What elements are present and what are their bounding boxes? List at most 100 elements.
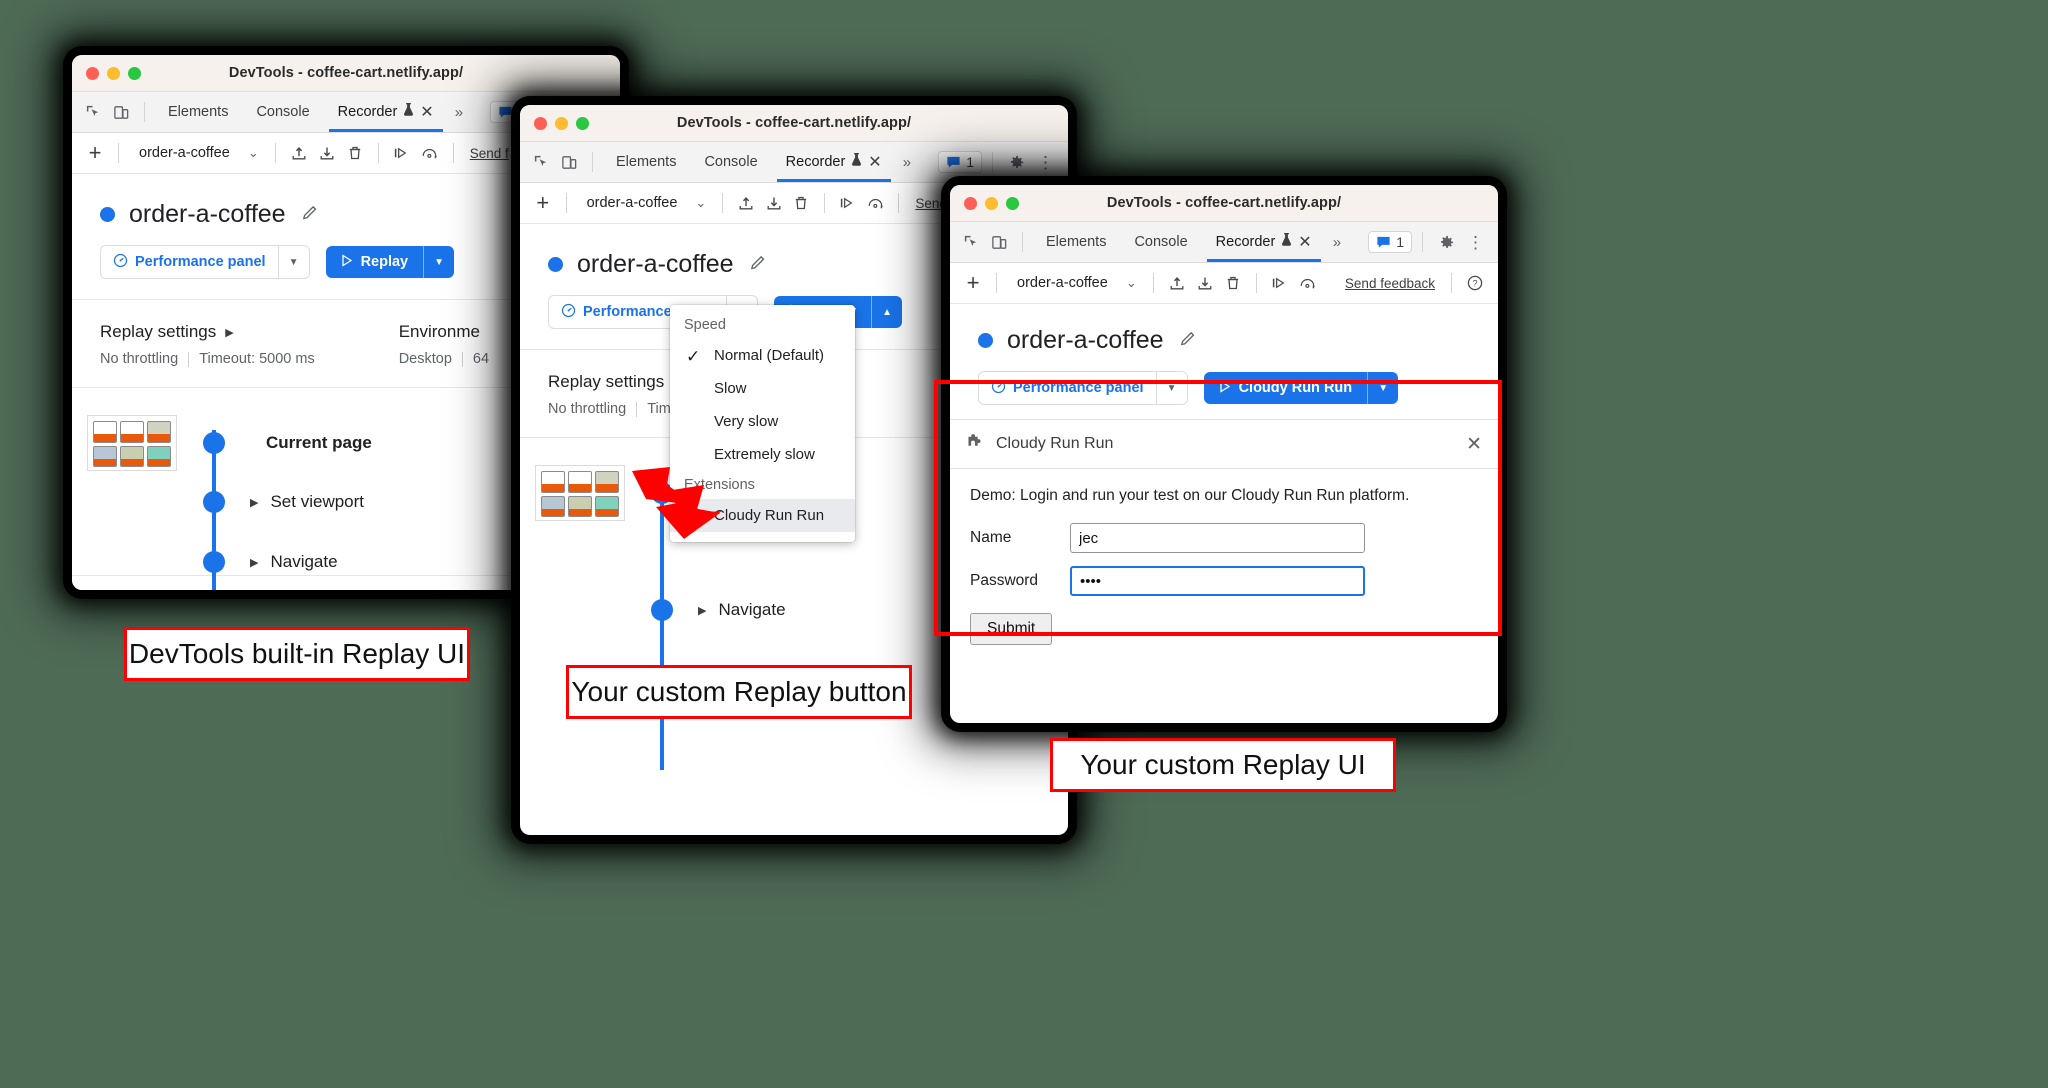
menu-item-slow[interactable]: Slow <box>670 372 855 405</box>
close-window-button[interactable] <box>86 66 99 80</box>
measure-performance-icon[interactable] <box>417 140 443 166</box>
recording-selector-label[interactable]: order-a-coffee <box>129 145 240 161</box>
tab-console[interactable]: Console <box>1121 225 1200 259</box>
divider <box>144 102 145 122</box>
performance-panel-dropdown-arrow[interactable]: ▼ <box>277 246 309 278</box>
issues-badge[interactable]: 1 <box>938 151 982 173</box>
expand-triangle-icon[interactable]: ▶ <box>225 326 233 339</box>
add-recording-icon[interactable]: + <box>530 192 556 214</box>
close-recorder-tab-icon[interactable]: ✕ <box>868 152 881 172</box>
close-recorder-tab-icon[interactable]: ✕ <box>1298 232 1311 252</box>
experiment-flask-icon <box>1280 233 1293 251</box>
measure-performance-icon[interactable] <box>863 190 889 216</box>
inspect-element-icon[interactable] <box>528 149 554 175</box>
chevron-down-icon[interactable]: ⌄ <box>689 195 712 211</box>
send-feedback-link[interactable]: Send feedback <box>1339 276 1441 291</box>
maximize-window-button[interactable] <box>1006 196 1019 210</box>
coffee-cup <box>93 445 117 467</box>
step-label: Set viewport <box>270 492 365 511</box>
add-recording-icon[interactable]: + <box>82 142 108 164</box>
device-toolbar-icon[interactable] <box>986 229 1012 255</box>
delete-icon[interactable] <box>789 190 815 216</box>
custom-replay-dropdown-arrow[interactable]: ▼ <box>1367 372 1399 404</box>
close-window-button[interactable] <box>964 196 977 210</box>
chevron-down-icon[interactable]: ⌄ <box>1120 275 1143 291</box>
replay-settings-header[interactable]: Replay settings ▶ <box>100 322 315 342</box>
password-input[interactable] <box>1070 566 1365 596</box>
performance-panel-button[interactable]: Performance panel ▼ <box>978 371 1188 405</box>
menu-item-normal[interactable]: Normal (Default) <box>670 339 855 372</box>
step-replay-icon[interactable] <box>1267 270 1293 296</box>
export-icon[interactable] <box>761 190 787 216</box>
tab-recorder[interactable]: Recorder ✕ <box>1203 223 1325 262</box>
maximize-window-button[interactable] <box>576 116 589 130</box>
performance-panel-main[interactable]: Performance panel <box>101 246 278 278</box>
close-recorder-tab-icon[interactable]: ✕ <box>420 102 433 122</box>
tab-elements[interactable]: Elements <box>603 145 689 179</box>
replay-dropdown-arrow[interactable]: ▼ <box>423 246 455 278</box>
performance-panel-button[interactable]: Performance panel ▼ <box>100 245 310 279</box>
tab-console[interactable]: Console <box>243 95 322 129</box>
expand-triangle-icon[interactable]: ▶ <box>250 496 258 509</box>
custom-replay-button[interactable]: Cloudy Run Run ▼ <box>1203 372 1399 404</box>
inspect-element-icon[interactable] <box>958 229 984 255</box>
replay-dropdown-arrow[interactable]: ▲ <box>871 296 903 328</box>
close-window-button[interactable] <box>534 116 547 130</box>
gear-icon[interactable] <box>1003 149 1029 175</box>
performance-panel-dropdown-arrow[interactable]: ▼ <box>1155 372 1187 404</box>
recording-selector-label[interactable]: order-a-coffee <box>1007 275 1118 291</box>
tab-recorder[interactable]: Recorder ✕ <box>773 143 895 182</box>
replay-button[interactable]: Replay ▼ <box>325 246 455 278</box>
export-icon[interactable] <box>1192 270 1218 296</box>
tab-elements[interactable]: Elements <box>155 95 241 129</box>
export-icon[interactable] <box>314 140 340 166</box>
minimize-window-button[interactable] <box>985 196 998 210</box>
step-replay-icon[interactable] <box>389 140 415 166</box>
tab-recorder[interactable]: Recorder ✕ <box>325 93 447 132</box>
replay-button-main[interactable]: Replay <box>325 246 424 278</box>
device-toolbar-icon[interactable] <box>556 149 582 175</box>
import-icon[interactable] <box>1164 270 1190 296</box>
measure-performance-icon[interactable] <box>1295 270 1321 296</box>
edit-pencil-icon[interactable] <box>748 252 769 278</box>
environment-header[interactable]: Environme <box>399 322 489 342</box>
step-replay-icon[interactable] <box>835 190 861 216</box>
name-input[interactable] <box>1070 523 1365 553</box>
caption-devtools-builtin: DevTools built-in Replay UI <box>124 627 470 681</box>
performance-panel-main[interactable]: Performance panel <box>979 372 1156 404</box>
gear-icon[interactable] <box>1433 229 1459 255</box>
custom-replay-button-main[interactable]: Cloudy Run Run <box>1203 372 1368 404</box>
delete-icon[interactable] <box>1220 270 1246 296</box>
recording-selector-label[interactable]: order-a-coffee <box>577 195 688 211</box>
maximize-window-button[interactable] <box>128 66 141 80</box>
more-tabs-icon[interactable]: » <box>1327 234 1347 251</box>
import-icon[interactable] <box>733 190 759 216</box>
chevron-down-icon[interactable]: ⌄ <box>242 145 265 161</box>
inspect-element-icon[interactable] <box>80 99 106 125</box>
replay-settings-header[interactable]: Replay settings <box>548 372 671 392</box>
tab-console[interactable]: Console <box>691 145 770 179</box>
device-toolbar-icon[interactable] <box>108 99 134 125</box>
add-recording-icon[interactable]: + <box>960 272 986 294</box>
step-label-wrap: ▶ Set viewport <box>236 492 364 512</box>
more-options-icon[interactable]: ⋮ <box>1461 234 1490 251</box>
more-tabs-icon[interactable]: » <box>897 154 917 171</box>
send-feedback-link[interactable]: Send f <box>464 146 515 161</box>
more-options-icon[interactable]: ⋮ <box>1031 154 1060 171</box>
minimize-window-button[interactable] <box>555 116 568 130</box>
delete-icon[interactable] <box>342 140 368 166</box>
help-icon[interactable]: ? <box>1462 270 1488 296</box>
expand-triangle-icon[interactable]: ▶ <box>250 556 258 569</box>
tab-elements[interactable]: Elements <box>1033 225 1119 259</box>
menu-item-very-slow[interactable]: Very slow <box>670 405 855 438</box>
submit-button[interactable]: Submit <box>970 613 1053 645</box>
import-icon[interactable] <box>286 140 312 166</box>
close-icon[interactable]: ✕ <box>1466 433 1482 456</box>
minimize-window-button[interactable] <box>107 66 120 80</box>
more-tabs-icon[interactable]: » <box>449 104 469 121</box>
edit-pencil-icon[interactable] <box>1178 328 1199 354</box>
expand-triangle-icon[interactable]: ▶ <box>698 604 706 617</box>
edit-pencil-icon[interactable] <box>300 202 321 228</box>
extension-panel-header: Cloudy Run Run ✕ <box>950 420 1498 469</box>
issues-badge[interactable]: 1 <box>1368 231 1412 253</box>
